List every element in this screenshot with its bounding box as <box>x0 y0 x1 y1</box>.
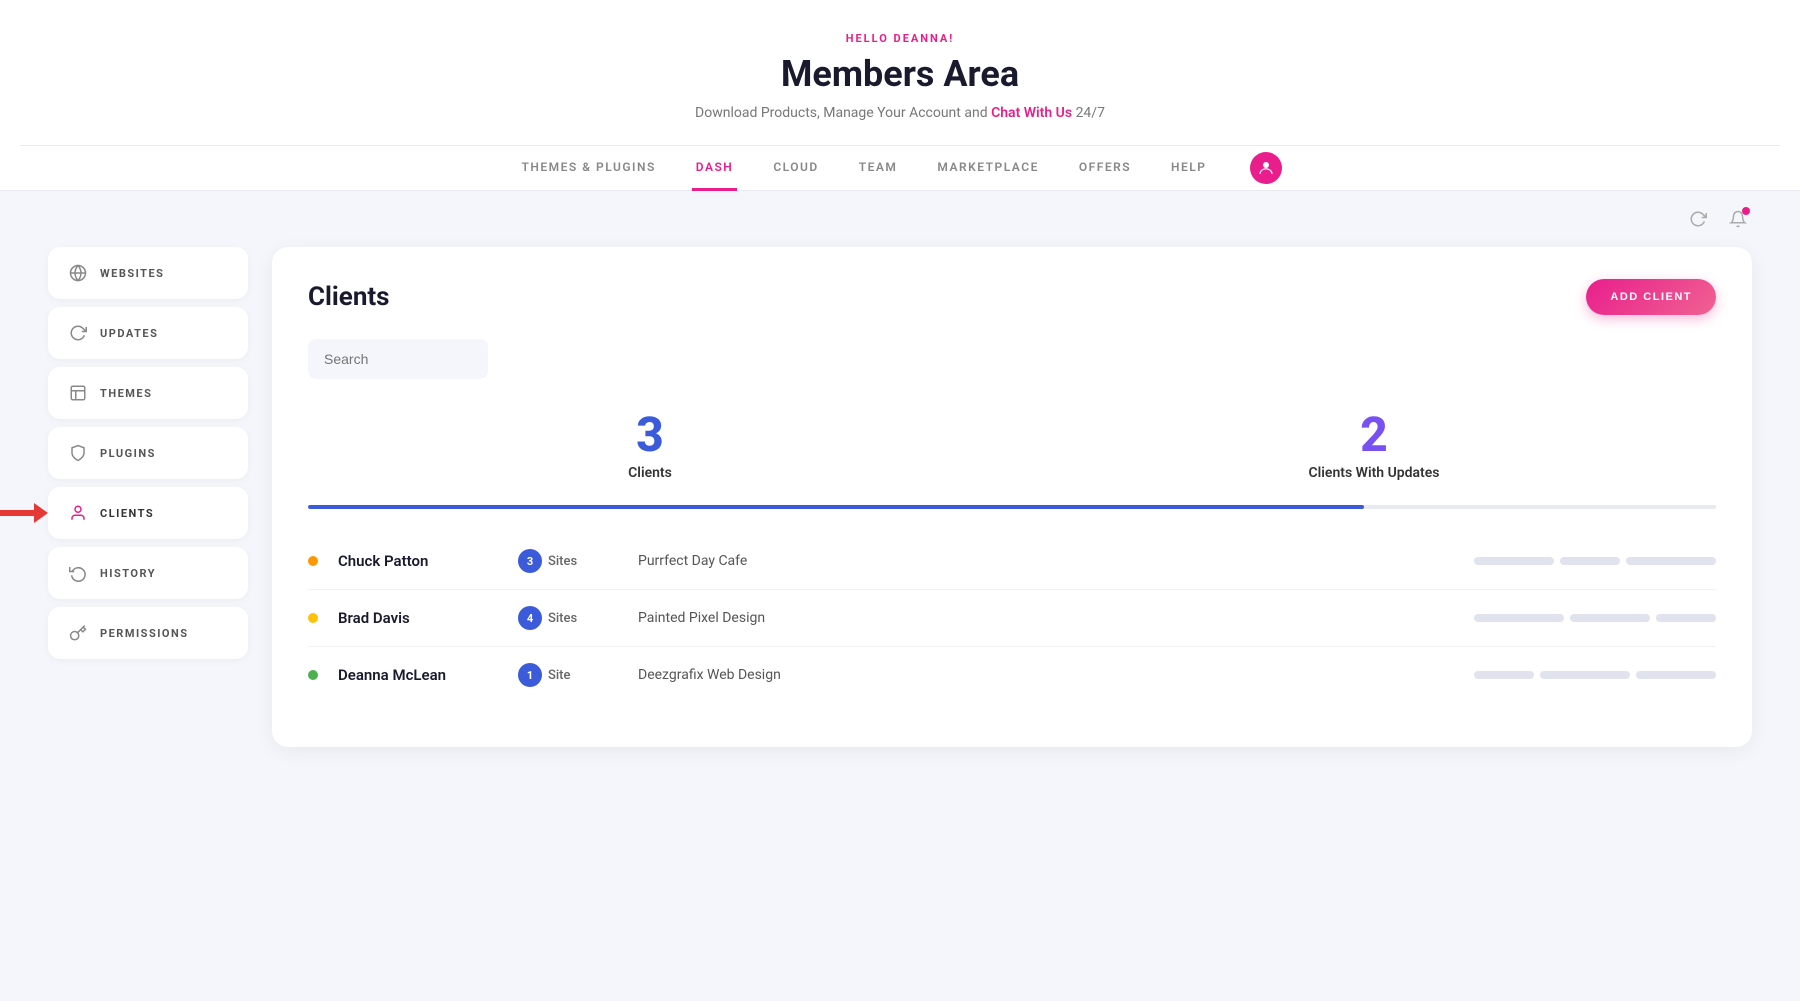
hello-greeting: HELLO DEANNA! <box>20 32 1780 45</box>
client-company: Painted Pixel Design <box>638 610 1454 626</box>
sidebar-item-history[interactable]: HISTORY <box>48 547 248 599</box>
sites-badge: 3 Sites <box>518 549 618 573</box>
table-row[interactable]: Chuck Patton 3 Sites Purrfect Day Cafe <box>308 533 1716 590</box>
stat-clients: 3 Clients <box>308 411 992 481</box>
sidebar-item-themes[interactable]: THEMES <box>48 367 248 419</box>
client-meta <box>1474 614 1716 622</box>
panel-header: Clients ADD CLIENT <box>308 279 1716 315</box>
sites-badge: 1 Site <box>518 663 618 687</box>
progress-bar-wrapper <box>308 505 1716 509</box>
refresh-icon[interactable] <box>1684 205 1712 233</box>
meta-bar <box>1656 614 1716 622</box>
tab-team[interactable]: TEAM <box>855 146 902 191</box>
updates-label: Clients With Updates <box>1032 465 1716 481</box>
status-dot-orange <box>308 556 318 566</box>
layout-icon <box>68 383 88 403</box>
sidebar-item-label: PLUGINS <box>100 447 156 460</box>
subtitle-static: Download Products, Manage Your Account a… <box>695 105 988 121</box>
refresh-icon <box>68 323 88 343</box>
meta-bar <box>1636 671 1716 679</box>
notification-dot <box>1742 207 1750 215</box>
sites-count-badge: 4 <box>518 606 542 630</box>
meta-bar <box>1570 614 1650 622</box>
chat-link[interactable]: Chat With Us <box>991 105 1072 121</box>
toolbar-row <box>0 191 1800 247</box>
sidebar-item-clients[interactable]: CLIENTS <box>48 487 248 539</box>
add-client-button[interactable]: ADD CLIENT <box>1586 279 1716 315</box>
meta-bar <box>1540 671 1630 679</box>
client-company: Purrfect Day Cafe <box>638 553 1454 569</box>
sidebar-item-plugins[interactable]: PLUGINS <box>48 427 248 479</box>
sites-label: Sites <box>548 554 577 569</box>
sidebar: WEBSITES UPDATES THEMES PLUGINS <box>48 247 248 747</box>
sidebar-item-updates[interactable]: UPDATES <box>48 307 248 359</box>
sites-label: Site <box>548 668 570 683</box>
avatar[interactable] <box>1250 152 1282 184</box>
client-company: Deezgrafix Web Design <box>638 667 1454 683</box>
clients-label: Clients <box>308 465 992 481</box>
client-name: Deanna McLean <box>338 666 498 684</box>
tab-marketplace[interactable]: MARKETPLACE <box>933 146 1042 191</box>
sidebar-item-label: HISTORY <box>100 567 156 580</box>
clients-panel: Clients ADD CLIENT 3 Clients 2 Clients W… <box>272 247 1752 747</box>
search-input[interactable] <box>308 339 488 379</box>
sites-label: Sites <box>548 611 577 626</box>
sites-badge: 4 Sites <box>518 606 618 630</box>
stats-row: 3 Clients 2 Clients With Updates <box>308 411 1716 481</box>
history-icon <box>68 563 88 583</box>
tab-dash[interactable]: DASH <box>692 146 738 191</box>
status-dot-yellow <box>308 613 318 623</box>
sidebar-item-label: UPDATES <box>100 327 158 340</box>
stat-updates: 2 Clients With Updates <box>1032 411 1716 481</box>
meta-bar <box>1626 557 1716 565</box>
nav-tabs: THEMES & PLUGINS DASH CLOUD TEAM MARKETP… <box>20 145 1780 190</box>
clients-count: 3 <box>308 411 992 459</box>
updates-count: 2 <box>1032 411 1716 459</box>
tab-cloud[interactable]: CLOUD <box>769 146 822 191</box>
table-row[interactable]: Brad Davis 4 Sites Painted Pixel Design <box>308 590 1716 647</box>
meta-bar <box>1474 557 1554 565</box>
sites-count-badge: 1 <box>518 663 542 687</box>
main-content: WEBSITES UPDATES THEMES PLUGINS <box>0 247 1800 787</box>
sidebar-item-label: WEBSITES <box>100 267 164 280</box>
status-dot-green <box>308 670 318 680</box>
subtitle: Download Products, Manage Your Account a… <box>20 105 1780 121</box>
globe-icon <box>68 263 88 283</box>
notifications-icon[interactable] <box>1724 205 1752 233</box>
sidebar-item-label: CLIENTS <box>100 507 154 520</box>
page-title: Members Area <box>20 53 1780 95</box>
tab-help[interactable]: HELP <box>1167 146 1210 191</box>
client-meta <box>1474 557 1716 565</box>
sidebar-item-websites[interactable]: WEBSITES <box>48 247 248 299</box>
meta-bar <box>1560 557 1620 565</box>
sidebar-item-permissions[interactable]: PERMISSIONS <box>48 607 248 659</box>
key-icon <box>68 623 88 643</box>
meta-bar <box>1474 614 1564 622</box>
top-header: HELLO DEANNA! Members Area Download Prod… <box>0 0 1800 191</box>
meta-bar <box>1474 671 1534 679</box>
user-icon <box>68 503 88 523</box>
sites-count-badge: 3 <box>518 549 542 573</box>
sidebar-item-label: PERMISSIONS <box>100 627 189 640</box>
arrow-indicator <box>0 503 48 523</box>
table-row[interactable]: Deanna McLean 1 Site Deezgrafix Web Desi… <box>308 647 1716 703</box>
client-name: Chuck Patton <box>338 552 498 570</box>
progress-bar-fill <box>308 505 1364 509</box>
shield-icon <box>68 443 88 463</box>
client-name: Brad Davis <box>338 609 498 627</box>
tab-themes-plugins[interactable]: THEMES & PLUGINS <box>518 146 660 191</box>
tab-offers[interactable]: OFFERS <box>1075 146 1135 191</box>
client-meta <box>1474 671 1716 679</box>
panel-title: Clients <box>308 282 390 312</box>
sidebar-item-label: THEMES <box>100 387 152 400</box>
